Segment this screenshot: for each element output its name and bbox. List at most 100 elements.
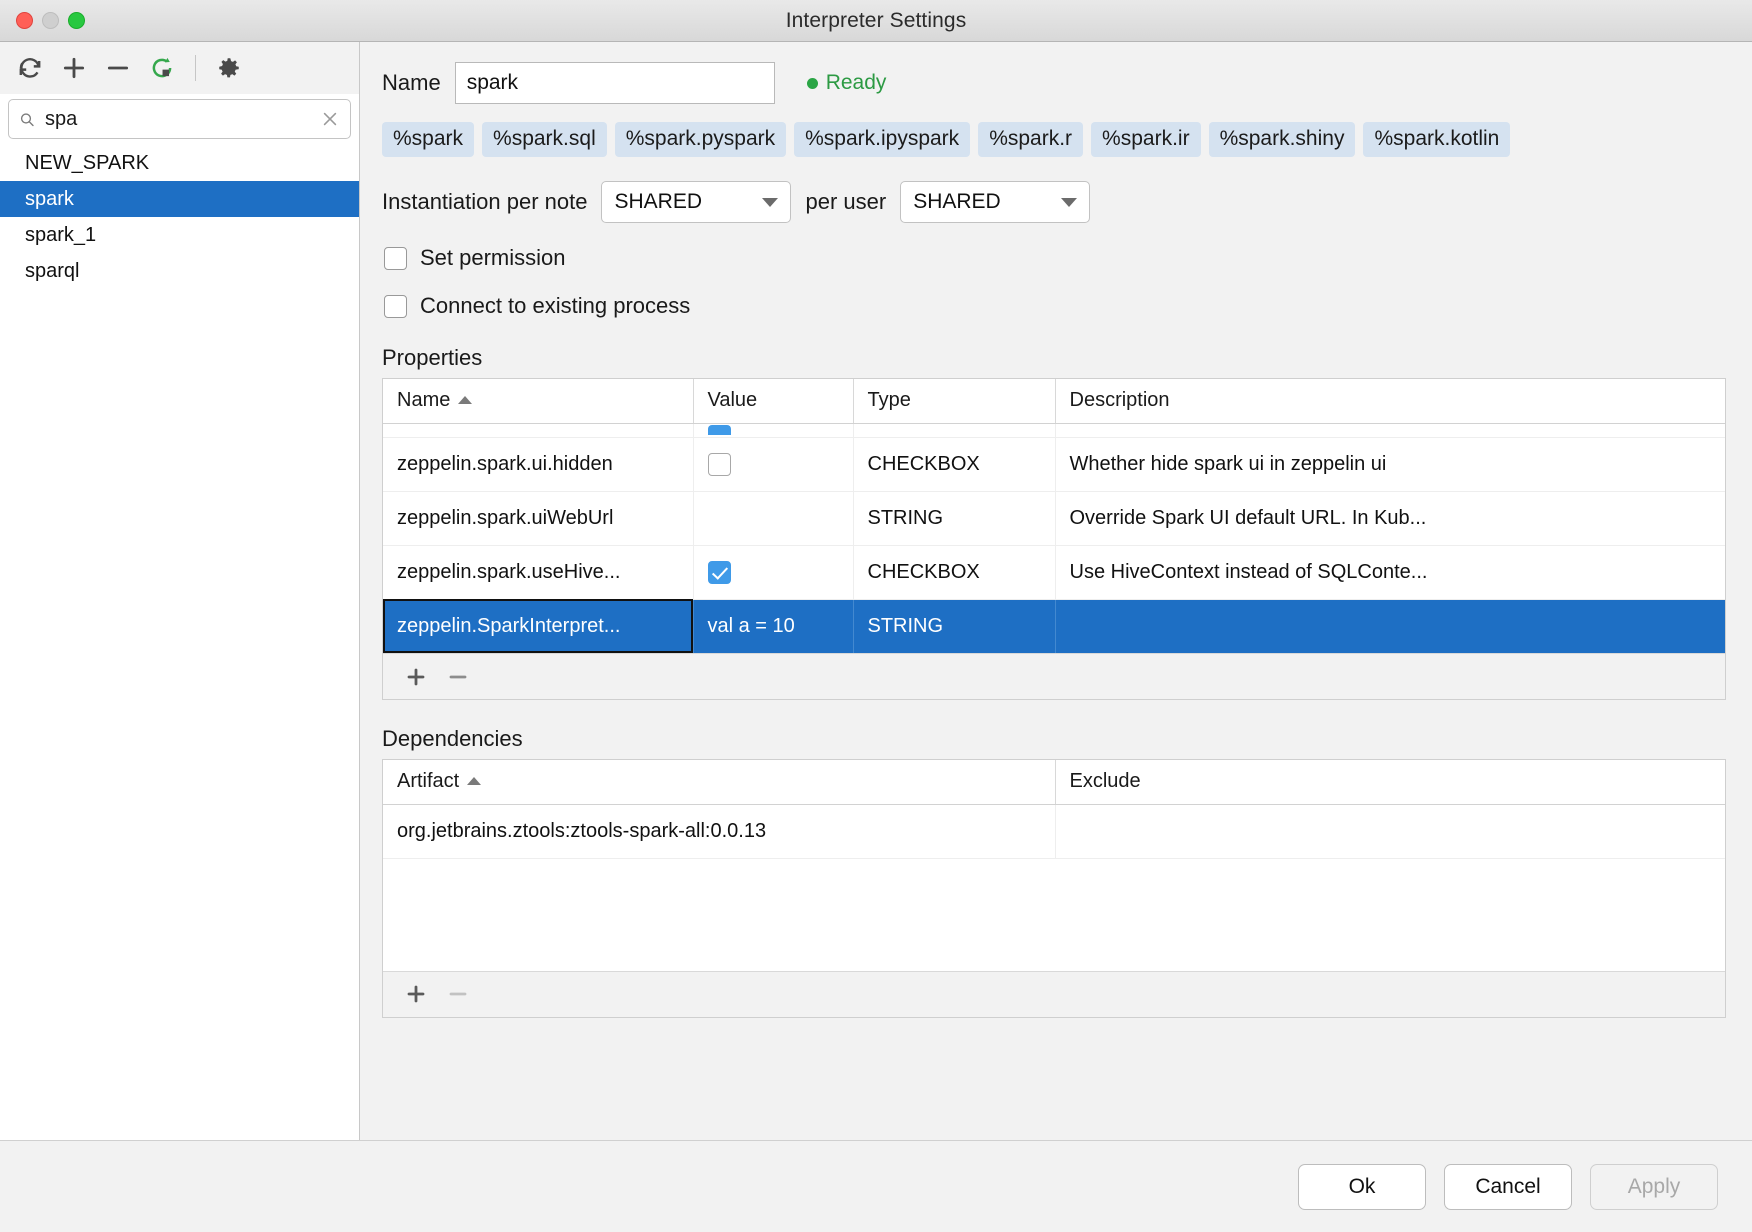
add-dependency-button[interactable] [401,979,431,1009]
properties-header-row: Name Value Type Description [383,379,1725,423]
table-row[interactable]: org.jetbrains.ztools:ztools-spark-all:0.… [383,804,1725,858]
set-permission-row[interactable]: Set permission [360,223,1752,271]
sort-asc-icon [458,396,472,404]
dependencies-title: Dependencies [360,700,1752,759]
interpreter-tag[interactable]: %spark.kotlin [1363,122,1510,157]
list-item[interactable]: spark_1 [0,217,359,253]
dependencies-table: Artifact Exclude org.jetbrains.ztools:zt… [382,759,1726,1018]
interpreter-list: NEW_SPARK spark spark_1 sparql [0,139,359,1140]
checkbox-icon[interactable] [708,453,731,476]
ok-button[interactable]: Ok [1298,1164,1426,1210]
search-icon [19,109,35,130]
table-row[interactable]: zeppelin.spark.ui.hidden CHECKBOX Whethe… [383,437,1725,491]
instantiation-per-note-select[interactable]: SHARED [601,181,791,223]
interpreter-name: spark_1 [25,224,96,247]
table-row-partial[interactable] [383,423,1725,437]
close-icon[interactable] [320,109,340,129]
interpreter-tag[interactable]: %spark.shiny [1209,122,1356,157]
add-icon [404,665,428,689]
window-title: Interpreter Settings [0,9,1752,33]
cell-value[interactable] [693,545,853,599]
column-header-value[interactable]: Value [693,379,853,423]
search-input[interactable] [43,107,312,132]
table-row-selected[interactable]: zeppelin.SparkInterpret... val a = 10 ST… [383,599,1725,653]
list-item[interactable]: sparql [0,253,359,289]
connect-existing-process-row[interactable]: Connect to existing process [360,271,1752,319]
gear-icon[interactable] [209,49,249,87]
cell-name[interactable]: zeppelin.SparkInterpret... [383,599,693,653]
search-box[interactable] [8,99,351,139]
dependencies-header-row: Artifact Exclude [383,760,1725,804]
column-header-type[interactable]: Type [853,379,1055,423]
interpreter-tag[interactable]: %spark.sql [482,122,607,157]
cell-type: STRING [853,599,1055,653]
chevron-down-icon [762,198,778,207]
column-header-exclude[interactable]: Exclude [1055,760,1725,804]
connect-existing-process-label: Connect to existing process [420,293,690,319]
column-header-name[interactable]: Name [383,379,693,423]
instantiation-per-user-select[interactable]: SHARED [900,181,1090,223]
instantiation-per-note-label: Instantiation per note [382,189,587,215]
remove-property-button[interactable] [443,662,473,692]
cell-value[interactable] [693,423,853,437]
cell-value[interactable]: val a = 10 [693,599,853,653]
cell-name [383,423,693,437]
set-permission-checkbox[interactable] [384,247,407,270]
list-item[interactable]: NEW_SPARK [0,145,359,181]
table-row[interactable]: zeppelin.spark.uiWebUrl STRING Override … [383,491,1725,545]
checkbox-icon[interactable] [708,425,731,435]
cell-type [853,423,1055,437]
cell-value[interactable] [693,437,853,491]
table-row[interactable]: zeppelin.spark.useHive... CHECKBOX Use H… [383,545,1725,599]
column-header-description[interactable]: Description [1055,379,1725,423]
cell-type: CHECKBOX [853,545,1055,599]
cell-name: zeppelin.spark.uiWebUrl [383,491,693,545]
chevron-down-icon [1061,198,1077,207]
interpreter-tag[interactable]: %spark.ir [1091,122,1201,157]
cell-description [1055,423,1725,437]
cell-description [1055,599,1725,653]
connect-existing-process-checkbox[interactable] [384,295,407,318]
cell-exclude[interactable] [1055,804,1725,858]
interpreter-tag[interactable]: %spark.r [978,122,1083,157]
remove-dependency-button [443,979,473,1009]
cancel-button[interactable]: Cancel [1444,1164,1572,1210]
remove-icon [446,665,470,689]
name-row: Name spark Ready [360,42,1752,104]
toolbar-divider [195,55,196,81]
column-label: Artifact [397,770,459,792]
properties-table: Name Value Type Description [382,378,1726,700]
add-property-button[interactable] [401,662,431,692]
status-label: Ready [826,71,887,95]
checkbox-icon[interactable] [708,561,731,584]
column-header-artifact[interactable]: Artifact [383,760,1055,804]
name-label: Name [382,70,441,96]
window-titlebar: Interpreter Settings [0,0,1752,42]
cell-value[interactable] [693,491,853,545]
set-permission-label: Set permission [420,245,566,271]
list-item[interactable]: spark [0,181,359,217]
add-icon[interactable] [54,49,94,87]
cell-artifact: org.jetbrains.ztools:ztools-spark-all:0.… [383,804,1055,858]
remove-icon[interactable] [98,49,138,87]
dialog-footer: Ok Cancel Apply [0,1140,1752,1232]
interpreter-tag[interactable]: %spark.pyspark [615,122,786,157]
properties-table-footer [383,653,1725,699]
add-icon [404,982,428,1006]
properties-title: Properties [360,319,1752,378]
cell-type: STRING [853,491,1055,545]
restart-icon[interactable] [142,49,182,87]
interpreter-name: NEW_SPARK [25,152,149,175]
refresh-icon[interactable] [10,49,50,87]
detail-scroll-area: Name spark Ready %spark %spark.sql %spar… [360,42,1752,1140]
interpreter-tag[interactable]: %spark [382,122,474,157]
interpreter-detail-panel: Name spark Ready %spark %spark.sql %spar… [360,42,1752,1140]
selected-value: SHARED [614,190,702,214]
apply-button[interactable]: Apply [1590,1164,1718,1210]
interpreter-name: sparql [25,260,79,283]
dependencies-table-footer [383,971,1725,1017]
interpreter-tag[interactable]: %spark.ipyspark [794,122,970,157]
interpreter-name: spark [25,188,74,211]
selected-value: SHARED [913,190,1001,214]
name-input[interactable]: spark [455,62,775,104]
